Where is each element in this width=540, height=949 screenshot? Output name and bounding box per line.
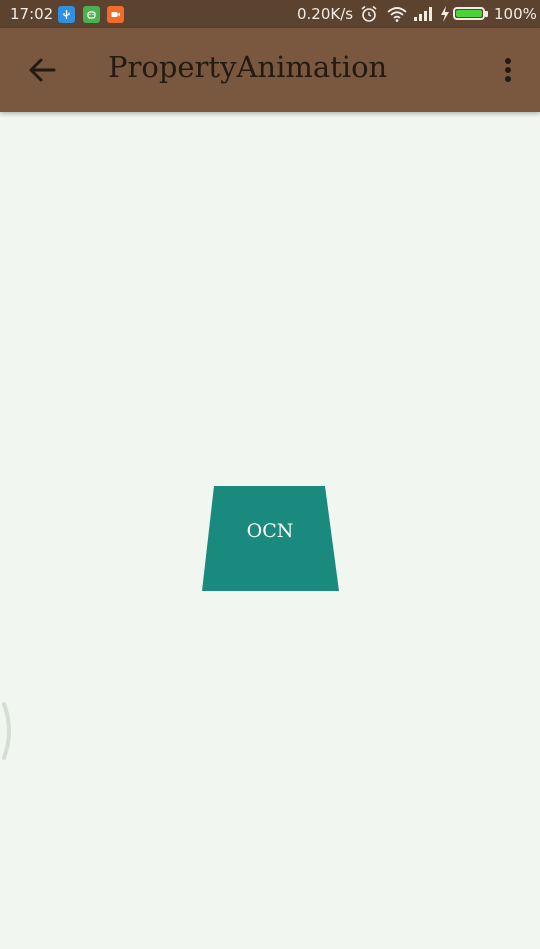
content-area: OCN xyxy=(0,112,540,949)
battery-icon xyxy=(453,7,485,20)
wifi-icon xyxy=(386,5,408,27)
android-icon xyxy=(83,6,100,23)
overscroll-edge-indicator xyxy=(2,702,11,760)
network-speed: 0.20K/s xyxy=(297,5,354,23)
status-time: 17:02 xyxy=(10,5,54,23)
app-bar: PropertyAnimation xyxy=(0,28,540,112)
battery-percent: 100% xyxy=(494,5,537,23)
charging-icon xyxy=(440,5,450,27)
arrow-left-icon[interactable] xyxy=(24,52,60,88)
page-title: PropertyAnimation xyxy=(108,50,388,84)
cell-signal-icon xyxy=(413,6,435,26)
animated-view-label: OCN xyxy=(246,520,294,542)
battery-tip xyxy=(485,11,488,17)
alarm-icon xyxy=(360,5,378,27)
more-vert-icon[interactable] xyxy=(494,52,522,88)
battery-level xyxy=(456,10,482,17)
video-icon xyxy=(107,6,124,23)
usb-icon xyxy=(58,6,75,23)
status-bar: 17:02 0.20K/s 100% xyxy=(0,0,540,28)
